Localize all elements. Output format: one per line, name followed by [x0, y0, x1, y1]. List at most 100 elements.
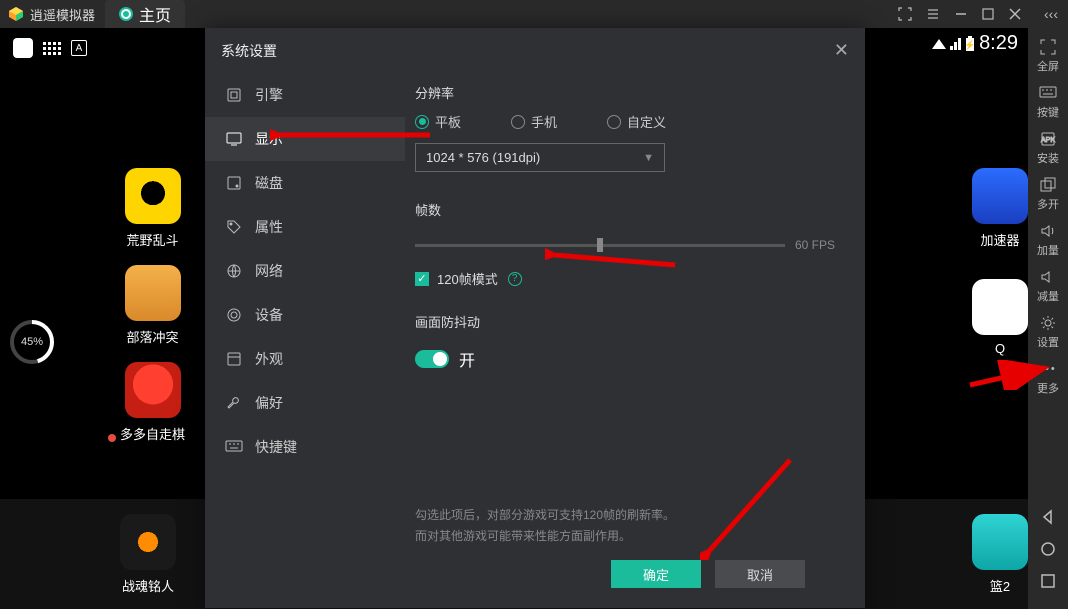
tab-home-label: 主页 — [139, 2, 171, 26]
radio-icon — [607, 115, 621, 129]
sidebar-install[interactable]: APK 安装 — [1037, 130, 1059, 166]
more-icon: ••• — [1039, 360, 1057, 378]
app-label: 部落冲突 — [126, 327, 178, 346]
signal-icon — [949, 37, 963, 51]
sidebar-volume-up[interactable]: 加量 — [1037, 222, 1059, 258]
nav-appearance[interactable]: 外观 — [205, 337, 405, 381]
sidebar-more[interactable]: ••• 更多 — [1037, 360, 1059, 396]
nav-shortcut[interactable]: 快捷键 — [205, 425, 405, 469]
help-icon[interactable]: ? — [508, 272, 522, 286]
chevron-down-icon: ▼ — [643, 152, 654, 164]
sidebar-settings[interactable]: 设置 — [1037, 314, 1059, 350]
checkbox-icon — [415, 272, 429, 286]
section-fps-title: 帧数 — [415, 200, 835, 219]
back-icon[interactable] — [1040, 509, 1056, 525]
right-sidebar: 全屏 按键 APK 安装 多开 加量 减量 设置 ••• 更多 — [1028, 28, 1068, 609]
nav-pref[interactable]: 偏好 — [205, 381, 405, 425]
nav-attr[interactable]: 属性 — [205, 205, 405, 249]
maximize-icon[interactable] — [982, 8, 994, 20]
dock-app[interactable]: 战魂铭人 — [120, 514, 176, 595]
hint-text: 勾选此项后，对部分游戏可支持120帧的刷新率。 而对其他游戏可能带来性能方面副作… — [415, 505, 805, 546]
fullscreen-icon — [1039, 38, 1057, 56]
section-resolution-title: 分辨率 — [415, 83, 835, 102]
modal-title: 系统设置 — [221, 41, 277, 61]
volume-up-icon — [1039, 222, 1057, 240]
app-label: Q — [995, 341, 1005, 356]
radio-custom[interactable]: 自定义 — [607, 112, 666, 131]
globe-icon — [225, 262, 243, 280]
a-badge-icon[interactable]: A — [71, 40, 87, 56]
modal-close-icon[interactable]: ✕ — [834, 40, 849, 61]
tab-home[interactable]: 主页 — [105, 0, 185, 28]
keyboard-icon — [1039, 84, 1057, 102]
sidebar-multi[interactable]: 多开 — [1037, 176, 1059, 212]
app-logo-icon — [8, 6, 24, 22]
app-icon — [972, 279, 1028, 335]
app-icon — [125, 362, 181, 418]
volume-down-icon — [1039, 268, 1057, 286]
nav-network[interactable]: 网络 — [205, 249, 405, 293]
app-icon — [125, 168, 181, 224]
clock: 8:29 — [979, 32, 1018, 55]
home-nav-icon[interactable] — [1040, 541, 1056, 557]
minimize-icon[interactable] — [954, 7, 968, 21]
radio-tablet[interactable]: 平板 — [415, 112, 461, 131]
section-antishake-title: 画面防抖动 — [415, 312, 835, 331]
nav-display[interactable]: 显示 — [205, 117, 405, 161]
slider-thumb[interactable] — [597, 238, 603, 252]
android-statusbar: ⚡ 8:29 — [921, 28, 1028, 59]
display-icon — [225, 130, 243, 148]
collapse-sidebar-icon[interactable]: ‹‹‹ — [1044, 6, 1058, 22]
cancel-button[interactable]: 取消 — [715, 560, 805, 588]
close-icon[interactable] — [1008, 7, 1022, 21]
radio-icon — [415, 115, 429, 129]
sidebar-keymap[interactable]: 按键 — [1037, 84, 1059, 120]
wifi-icon — [931, 37, 947, 51]
antishake-toggle[interactable] — [415, 350, 449, 368]
app-item[interactable]: 部落冲突 — [125, 265, 181, 346]
app-item[interactable]: Q — [972, 279, 1028, 356]
app-item[interactable]: 荒野乱斗 — [125, 168, 181, 249]
nav-device[interactable]: 设备 — [205, 293, 405, 337]
svg-text:⚡: ⚡ — [965, 39, 975, 51]
progress-ring[interactable]: 45% — [8, 318, 56, 366]
recents-icon[interactable] — [1040, 573, 1056, 589]
gear-icon — [1039, 314, 1057, 332]
app-list-left: 荒野乱斗 部落冲突 多多自走棋 — [120, 168, 185, 443]
settings-pane-display: 分辨率 平板 手机 自定义 1024 * 576 (191dpi) ▼ 帧数 6… — [405, 73, 865, 608]
app-icon — [125, 265, 181, 321]
resolution-value: 1024 * 576 (191dpi) — [426, 150, 540, 165]
keyboard-shortcut-icon — [225, 438, 243, 456]
radio-phone[interactable]: 手机 — [511, 112, 557, 131]
app-label: 篮2 — [990, 576, 1010, 595]
dock-app[interactable]: 篮2 — [972, 514, 1028, 595]
app-name: 逍遥模拟器 — [30, 5, 95, 24]
settings-modal: 系统设置 ✕ 引擎 显示 磁盘 属性 网络 设备 外观 偏好 快捷键 分辨率 平… — [205, 28, 865, 608]
sidebar-fullscreen[interactable]: 全屏 — [1037, 38, 1059, 74]
radio-icon — [511, 115, 525, 129]
appearance-icon — [225, 350, 243, 368]
app-icon — [972, 168, 1028, 224]
app-list-right: 加速器 Q — [972, 168, 1028, 356]
fps-slider[interactable]: 60 FPS — [415, 235, 835, 255]
app-icon — [972, 514, 1028, 570]
app-label: 加速器 — [980, 230, 1019, 249]
notification-dot-icon — [108, 434, 116, 442]
engine-icon — [225, 86, 243, 104]
app-item[interactable]: 加速器 — [972, 168, 1028, 249]
progress-value: 45% — [8, 318, 56, 366]
resolution-select[interactable]: 1024 * 576 (191dpi) ▼ — [415, 143, 665, 172]
nav-engine[interactable]: 引擎 — [205, 73, 405, 117]
app-item[interactable]: 多多自走棋 — [120, 362, 185, 443]
menu-icon[interactable] — [926, 7, 940, 21]
fullscreen-toggle-icon[interactable] — [898, 7, 912, 21]
sidebar-volume-down[interactable]: 减量 — [1037, 268, 1059, 304]
white-square-icon[interactable] — [13, 38, 33, 58]
nav-disk[interactable]: 磁盘 — [205, 161, 405, 205]
disk-icon — [225, 174, 243, 192]
multi-instance-icon — [1039, 176, 1057, 194]
app-label: 战魂铭人 — [122, 576, 174, 595]
checkbox-120fps[interactable]: 120帧模式 ? — [415, 269, 835, 288]
ok-button[interactable]: 确定 — [611, 560, 701, 588]
app-grid-icon[interactable] — [43, 42, 61, 55]
